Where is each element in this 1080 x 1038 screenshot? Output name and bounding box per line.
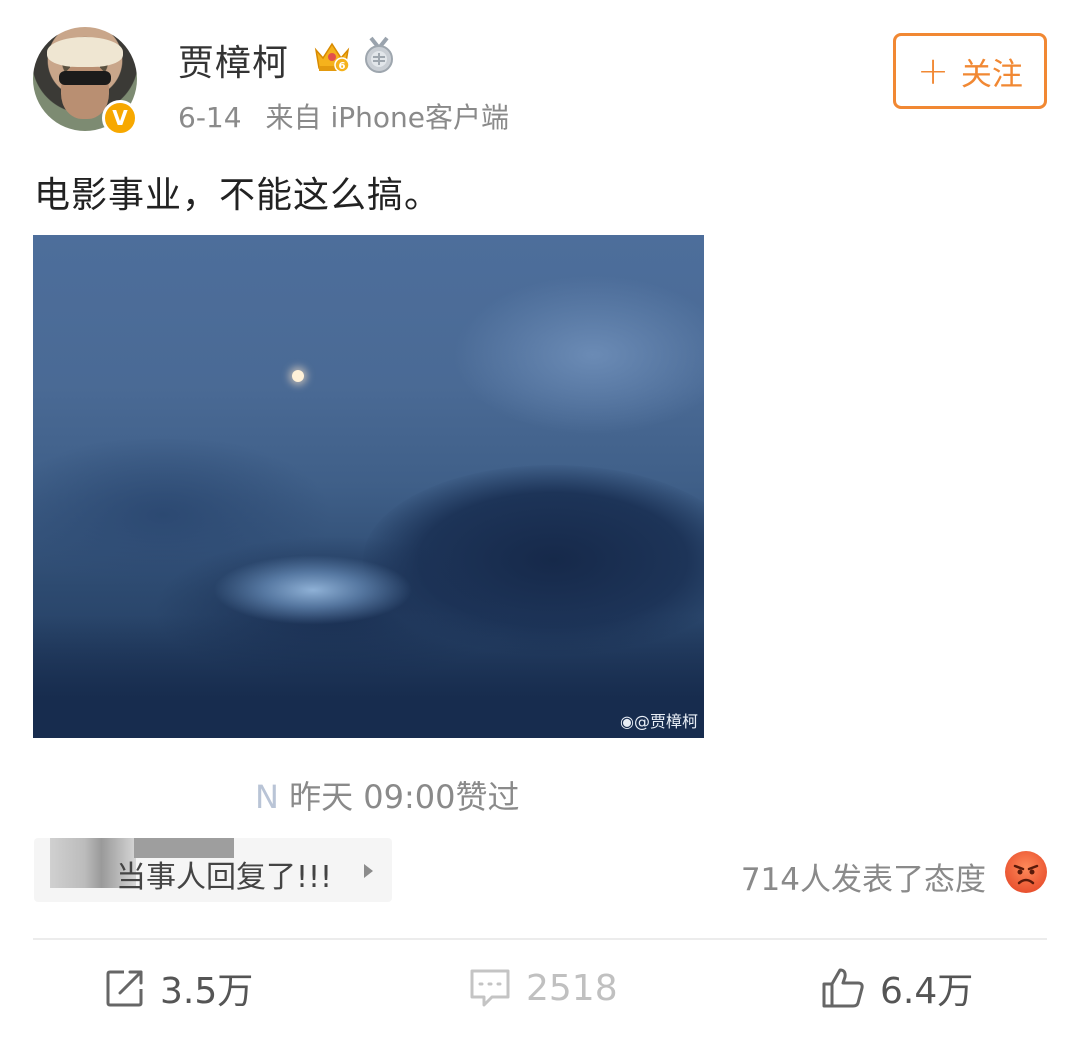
- level-number: 6: [339, 61, 346, 72]
- post-meta: 6-14 来自 iPhone客户端: [178, 96, 533, 136]
- action-divider: [33, 938, 1047, 940]
- comment-count: 2518: [526, 967, 618, 1009]
- watermark-text: @贾樟柯: [633, 712, 698, 731]
- post-image[interactable]: ◉@贾樟柯: [33, 235, 704, 738]
- repost-button[interactable]: 3.5万: [104, 962, 253, 1014]
- chevron-right-icon: [364, 864, 373, 878]
- post-source[interactable]: 来自 iPhone客户端: [266, 101, 509, 134]
- attitude-count[interactable]: 714人发表了态度: [741, 854, 986, 899]
- follow-button[interactable]: + 关注: [893, 33, 1047, 109]
- post-date: 6-14: [178, 101, 242, 134]
- sky-highlight: [453, 275, 704, 435]
- comment-preview-text: 当事人回复了!!!: [116, 860, 333, 895]
- post-text: 电影事业，不能这么搞。: [34, 175, 442, 216]
- medal-icon[interactable]: [360, 36, 398, 74]
- angry-face-icon[interactable]: [1004, 850, 1048, 894]
- like-button[interactable]: 6.4万: [820, 962, 973, 1014]
- liked-by-time: 昨天 09:00赞过: [289, 778, 520, 816]
- plus-icon: +: [917, 49, 949, 93]
- repost-count: 3.5万: [160, 971, 254, 1012]
- comment-button[interactable]: 2518: [468, 962, 618, 1014]
- repost-icon: [106, 970, 143, 1007]
- like-count: 6.4万: [880, 971, 974, 1012]
- hot-comment-preview[interactable]: 当事人回复了!!!: [34, 838, 392, 902]
- image-watermark: ◉@贾樟柯: [620, 708, 698, 732]
- weibo-logo-icon: ◉: [620, 712, 634, 731]
- avatar-hat: [47, 37, 123, 67]
- comment-icon: [470, 969, 510, 1007]
- liked-by-name[interactable]: N: [255, 778, 279, 816]
- verified-icon: V: [102, 100, 138, 136]
- avatar-glasses: [59, 71, 111, 85]
- follow-label: 关注: [960, 56, 1023, 93]
- liked-by-line: N 昨天 09:00赞过: [255, 772, 520, 818]
- moon: [292, 370, 304, 382]
- crown-level-icon[interactable]: 6: [313, 38, 351, 74]
- author-name[interactable]: 贾樟柯: [178, 34, 289, 86]
- cloud-bottom: [33, 615, 704, 738]
- thumbs-up-icon: [822, 968, 864, 1008]
